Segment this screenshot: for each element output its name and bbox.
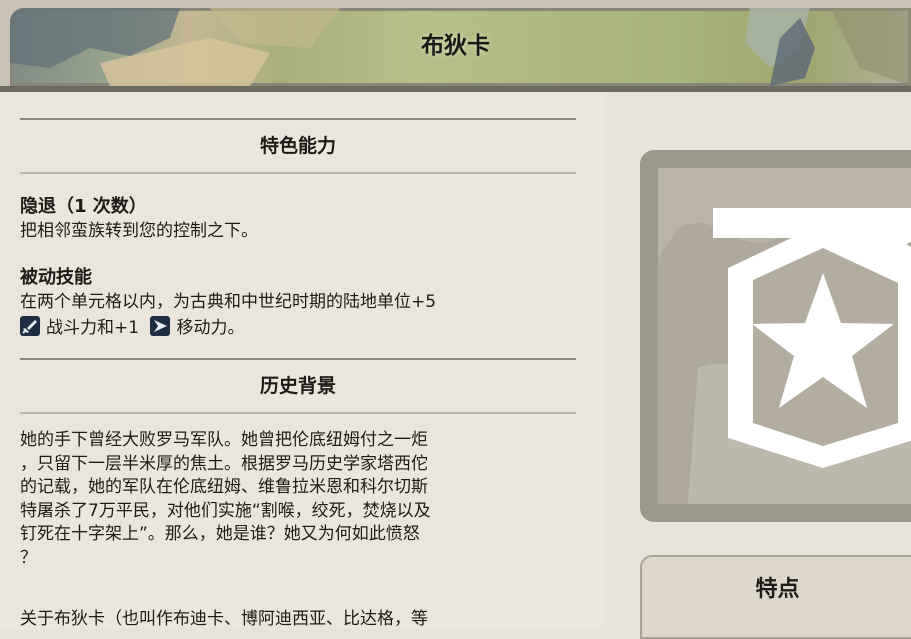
leader-emblem [658,168,911,504]
ability1-text: 把相邻蛮族转到您的控制之下。 [20,221,258,241]
ability2-name: 被动技能 [20,267,92,288]
movement-arrow-icon [150,316,171,336]
about-text: 关于布狄卡（也叫作布迪卡、博阿迪西亚、比达格，等 [20,609,428,629]
leader-title: 布狄卡 [421,33,490,59]
star-chevron-emblem-icon [658,208,911,504]
history-section-header: 历史背景 [20,358,576,414]
traits-label: 特点 [755,577,800,602]
traits-card[interactable]: 特点 [640,555,911,639]
leader-emblem-frame [640,150,911,522]
ability1-name: 隐退（1 次数） [20,196,147,217]
movement-label: 移动力。 [176,318,245,338]
ability2-line2: 战斗力和+1 移动力。 [20,315,244,341]
info-panel[interactable]: 特色能力 隐退（1 次数） 把相邻蛮族转到您的控制之下。 被动技能 在两个单元格… [0,92,606,630]
history-body-text: 她的手下曾经大败罗马军队。她曾把伦底纽姆付之一炬 ，只留下一层半米厚的焦土。根据… [20,430,431,568]
combat-strength-label: 战斗力和+1 [46,318,140,338]
abilities-section-header: 特色能力 [20,118,576,174]
title-banner: 布狄卡 [0,0,911,92]
ability2-line1: 在两个单元格以内，为古典和中世纪时期的陆地单位+5 [20,292,437,312]
sword-icon [20,316,40,336]
